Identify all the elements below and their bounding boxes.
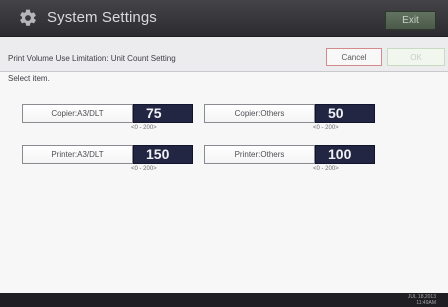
- copier-a3-dlt-value[interactable]: 75: [133, 104, 193, 123]
- status-datetime: JUL 18,2013 11:49AM: [408, 294, 436, 306]
- printer-others-value[interactable]: 100: [315, 145, 375, 164]
- instruction-text: Select item.: [8, 74, 50, 83]
- copier-others-button[interactable]: Copier:Others: [204, 104, 315, 123]
- copier-others-range: <0 - 200>: [313, 125, 339, 131]
- copier-a3-dlt-button[interactable]: Copier:A3/DLT: [22, 104, 133, 123]
- status-bar: JUL 18,2013 11:49AM: [0, 293, 448, 307]
- status-time: 11:49AM: [416, 300, 436, 306]
- system-settings-window: System Settings Exit Print Volume Use Li…: [0, 0, 448, 307]
- printer-a3-dlt-value[interactable]: 150: [133, 145, 193, 164]
- cancel-button[interactable]: Cancel: [326, 48, 382, 66]
- exit-button[interactable]: Exit: [385, 11, 436, 30]
- setting-title: Print Volume Use Limitation: Unit Count …: [8, 54, 176, 63]
- title-bar: System Settings Exit: [0, 0, 448, 37]
- printer-a3-dlt-button[interactable]: Printer:A3/DLT: [22, 145, 133, 164]
- ok-button[interactable]: OK: [387, 48, 445, 66]
- copier-others-value[interactable]: 50: [315, 104, 375, 123]
- window-title: System Settings: [47, 9, 157, 26]
- copier-a3-dlt-range: <0 - 200>: [131, 125, 157, 131]
- printer-a3-dlt-range: <0 - 200>: [131, 166, 157, 172]
- printer-others-button[interactable]: Printer:Others: [204, 145, 315, 164]
- gear-icon: [20, 9, 36, 26]
- printer-others-range: <0 - 200>: [313, 166, 339, 172]
